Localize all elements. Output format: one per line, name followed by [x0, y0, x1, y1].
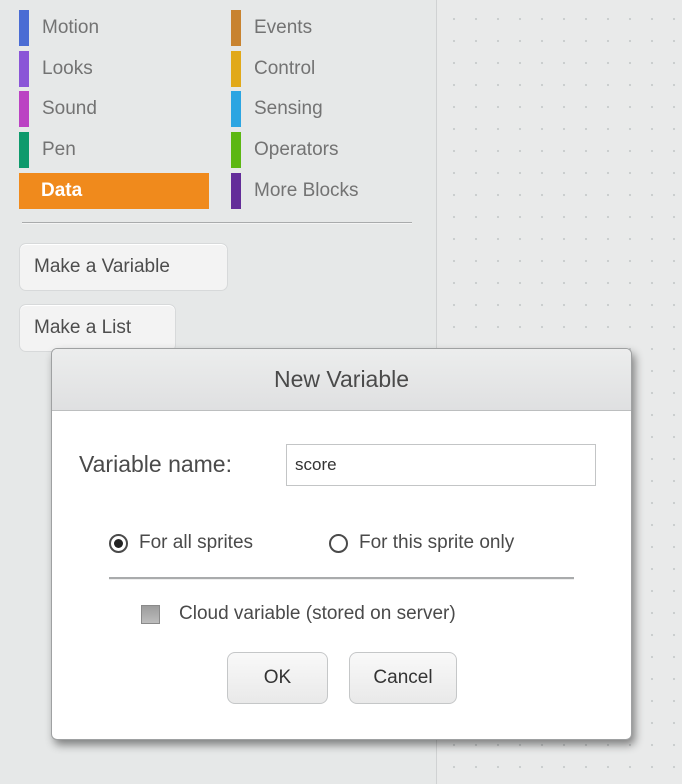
category-more-blocks[interactable]: More Blocks — [231, 173, 421, 209]
radio-for-this-sprite-only[interactable]: For this sprite only — [329, 532, 514, 554]
variable-name-input[interactable] — [286, 444, 596, 486]
cloud-variable-checkbox[interactable]: Cloud variable (stored on server) — [141, 603, 456, 625]
radio-label: For this sprite only — [359, 532, 515, 553]
category-operators[interactable]: Operators — [231, 132, 421, 168]
category-label: More Blocks — [254, 180, 359, 201]
category-color-swatch — [19, 91, 29, 127]
category-color-swatch — [231, 51, 241, 87]
category-color-swatch — [19, 10, 29, 46]
make-list-button[interactable]: Make a List — [19, 304, 176, 352]
category-events[interactable]: Events — [231, 10, 421, 46]
checkbox-icon[interactable] — [141, 604, 160, 624]
dialog-divider — [109, 577, 574, 580]
radio-for-all-sprites[interactable]: For all sprites — [109, 532, 253, 554]
radio-label: For all sprites — [139, 532, 254, 553]
category-sound[interactable]: Sound — [19, 91, 209, 127]
category-looks[interactable]: Looks — [19, 51, 209, 87]
category-label: Motion — [42, 17, 100, 38]
category-label: Data — [41, 180, 83, 201]
new-variable-dialog: New Variable Variable name: For all spri… — [51, 348, 632, 740]
dialog-title[interactable]: New Variable — [52, 349, 631, 411]
category-color-swatch — [19, 51, 29, 87]
category-color-swatch — [19, 132, 29, 168]
category-label: Events — [254, 17, 313, 38]
category-label: Pen — [42, 139, 76, 160]
category-motion[interactable]: Motion — [19, 10, 209, 46]
cancel-button[interactable]: Cancel — [349, 652, 457, 704]
radio-unselected-icon[interactable] — [329, 533, 348, 553]
category-color-swatch — [231, 91, 241, 127]
cloud-variable-label: Cloud variable (stored on server) — [179, 603, 456, 624]
category-color-swatch — [231, 132, 241, 168]
category-color-swatch — [231, 173, 241, 209]
make-variable-button[interactable]: Make a Variable — [19, 243, 228, 291]
palette-divider — [22, 222, 412, 224]
category-pen[interactable]: Pen — [19, 132, 209, 168]
category-label: Looks — [42, 58, 93, 79]
category-label: Operators — [254, 139, 339, 160]
category-data[interactable]: Data — [19, 173, 209, 209]
category-label: Sensing — [254, 98, 323, 119]
category-label: Control — [254, 58, 316, 79]
category-control[interactable]: Control — [231, 51, 421, 87]
category-label: Sound — [42, 98, 97, 119]
category-sensing[interactable]: Sensing — [231, 91, 421, 127]
variable-name-label: Variable name: — [79, 451, 232, 477]
radio-selected-icon[interactable] — [109, 533, 128, 553]
ok-button[interactable]: OK — [227, 652, 328, 704]
category-color-swatch — [231, 10, 241, 46]
